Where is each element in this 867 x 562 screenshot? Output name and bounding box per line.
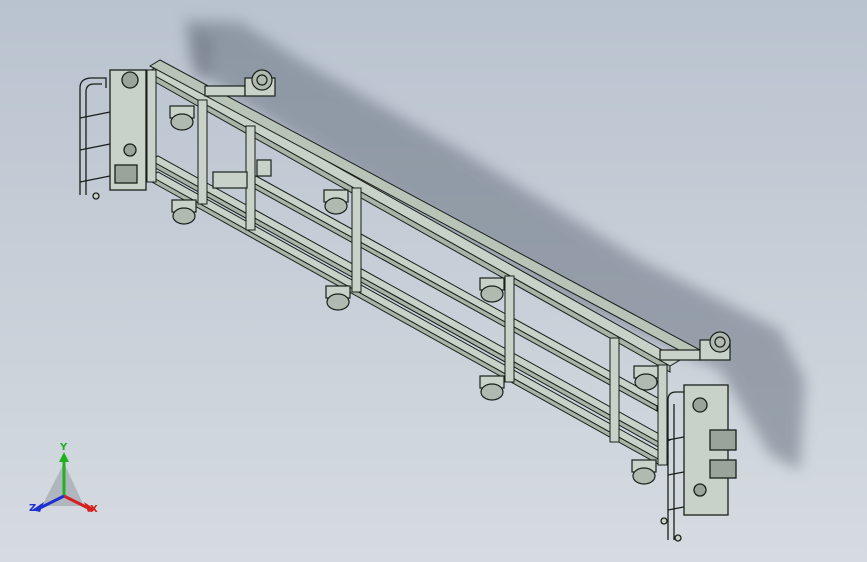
- caster-wheel: [325, 285, 351, 311]
- y-axis-arrow: [59, 452, 69, 462]
- caster-wheel: [171, 199, 197, 225]
- y-axis-label: Y: [60, 442, 68, 453]
- axis-triad[interactable]: Y X Z: [22, 442, 112, 523]
- caster-wheel: [323, 189, 349, 215]
- caster-wheel: [631, 459, 657, 485]
- right-end-ladder[interactable]: [660, 384, 737, 542]
- caster-wheel: [169, 105, 195, 131]
- cad-3d-viewport[interactable]: Y X Z: [0, 0, 867, 562]
- x-axis-label: X: [90, 504, 98, 515]
- frame-assembly-model[interactable]: [0, 0, 867, 562]
- z-axis-label: Z: [29, 503, 37, 514]
- caster-wheel: [479, 375, 505, 401]
- caster-wheel: [479, 277, 505, 303]
- caster-wheel: [633, 365, 659, 391]
- left-end-ladder[interactable]: [79, 69, 147, 200]
